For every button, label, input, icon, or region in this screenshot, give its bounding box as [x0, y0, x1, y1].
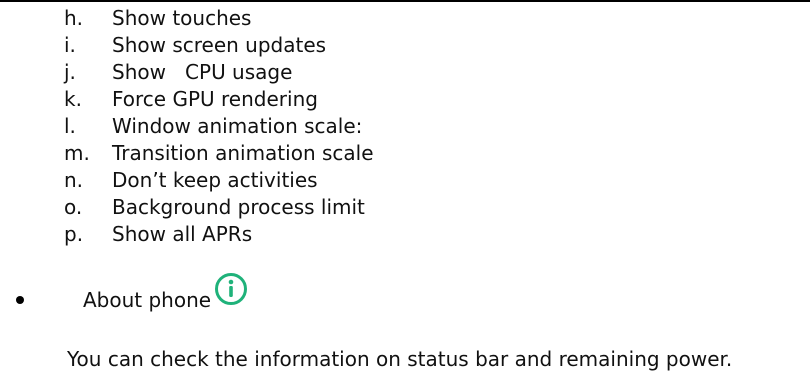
list-item-text: Transition animation scale: [112, 141, 374, 165]
list-marker: j.: [64, 60, 76, 84]
list-item: o. Background process limit: [64, 194, 374, 221]
list-item-text: Force GPU rendering: [112, 87, 318, 111]
info-icon: [215, 273, 247, 305]
list-item-text: Background process limit: [112, 195, 365, 219]
list-item: n. Don’t keep activities: [64, 167, 374, 194]
bullet-icon: [16, 296, 24, 304]
list-item-text: Show all APRs: [112, 222, 253, 246]
list-marker: h.: [64, 6, 84, 30]
list-marker: k.: [64, 87, 82, 111]
list-item-text: Show screen updates: [112, 33, 327, 57]
list-item: l. Window animation scale:: [64, 113, 374, 140]
list-item-text: Show touches: [112, 6, 252, 30]
about-phone-entry: About phone: [16, 272, 796, 328]
list-item: j. Show CPU usage: [64, 59, 374, 86]
list-item: m. Transition animation scale: [64, 140, 374, 167]
about-phone-label: About phone: [83, 288, 212, 312]
about-phone-description: You can check the information on status …: [67, 347, 733, 371]
list-marker: l.: [64, 114, 76, 138]
list-marker: m.: [64, 141, 90, 165]
list-item: h. Show touches: [64, 5, 374, 32]
list-item: k. Force GPU rendering: [64, 86, 374, 113]
developer-options-list: h. Show touches i. Show screen updates j. S…: [64, 5, 374, 248]
list-item-text: Don’t keep activities: [112, 168, 318, 192]
list-item-text: Show CPU usage: [112, 60, 293, 84]
top-divider: [0, 0, 810, 2]
list-item: p. Show all APRs: [64, 221, 374, 248]
list-marker: o.: [64, 195, 83, 219]
list-item-text: Window animation scale:: [112, 114, 363, 138]
list-marker: n.: [64, 168, 84, 192]
list-marker: p.: [64, 222, 84, 246]
list-item: i. Show screen updates: [64, 32, 374, 59]
list-marker: i.: [64, 33, 76, 57]
